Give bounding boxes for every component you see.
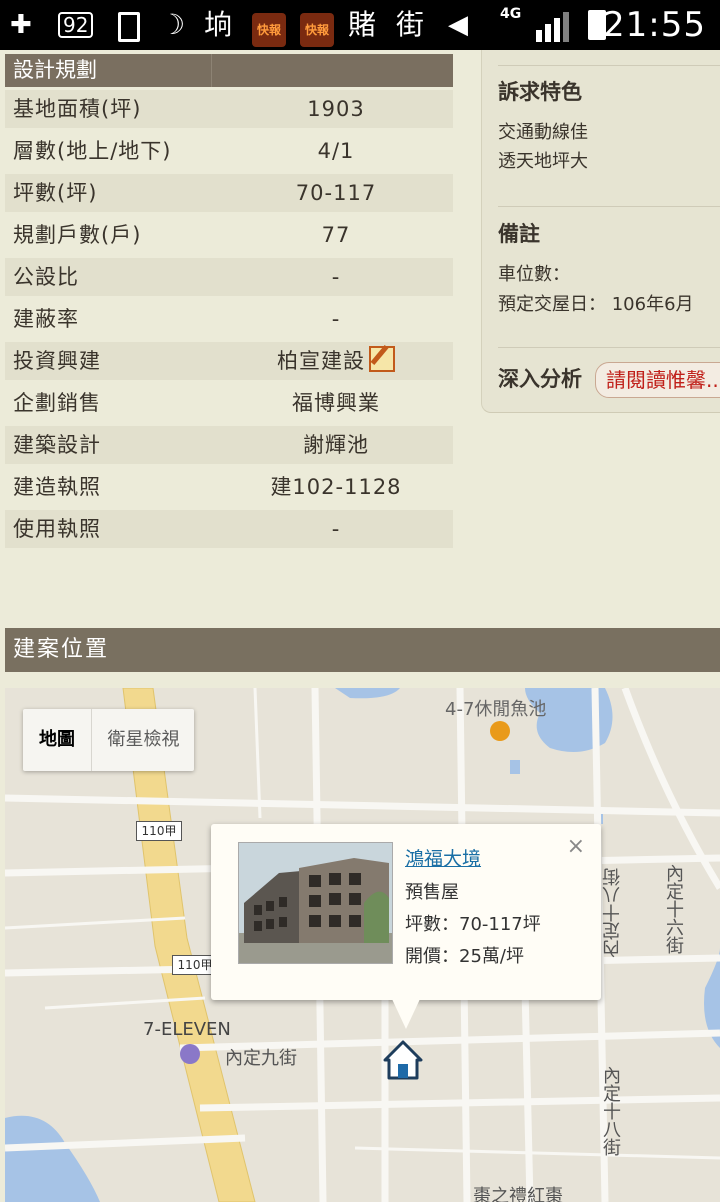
location-title: 建案位置 (13, 637, 110, 662)
spec-label: 建築設計 (13, 433, 101, 457)
app-icon-char-2: 街 (396, 8, 425, 41)
spec-row: 建造執照 建102-1128 (5, 468, 453, 506)
spec-row: 規劃戶數(戶) 77 (5, 216, 453, 254)
map-label-bottom-place: 棗之禮紅棗 (473, 1186, 563, 1202)
map-label-street-16: 內定十六街 (663, 864, 684, 954)
map-label-street-18-upper: 內定十八街 (602, 868, 623, 958)
feature-item: 透天地坪大 (498, 151, 588, 172)
spec-row: 公設比 - (5, 258, 453, 296)
spec-row: 建蔽率 - (5, 300, 453, 338)
spec-row: 使用執照 - (5, 510, 453, 548)
divider (498, 347, 720, 348)
divider (498, 206, 720, 207)
spec-row: 建築設計 謝輝池 (5, 426, 453, 464)
read-disclaimer-button[interactable]: 請閱讀惟馨... (595, 362, 720, 398)
map-label-pond: 4-7休閒魚池 (445, 699, 547, 720)
notification-count-badge: 92 (58, 12, 94, 38)
restaurant-icon[interactable] (490, 721, 510, 741)
project-status: 預售屋 (405, 882, 459, 903)
spec-label: 基地面積(坪) (13, 97, 142, 121)
spec-value: 建102-1128 (270, 475, 402, 499)
spec-value-with-link: 柏宣建設 (211, 342, 461, 380)
building-photo (238, 842, 393, 964)
building-illustration (239, 843, 392, 963)
spec-value: - (331, 307, 341, 331)
analysis-title: 深入分析 (498, 367, 582, 391)
feature-item: 交通動線佳 (498, 122, 588, 143)
map-label-street-18: 內定十八街 (600, 1066, 621, 1156)
map-type-satellite-button[interactable]: 衛星檢視 (91, 709, 195, 771)
spec-label: 坪數(坪) (13, 181, 98, 205)
developer-name: 柏宣建設 (277, 349, 365, 373)
features-title: 訴求特色 (498, 80, 582, 104)
notes-title: 備註 (498, 222, 540, 246)
app-icon-char-1: 賭 (348, 8, 377, 41)
map-label-7eleven: 7-ELEVEN (143, 1019, 231, 1040)
news-app-icon: 快報 (252, 13, 286, 47)
spec-label: 層數(地上/地下) (13, 139, 172, 163)
spec-label: 規劃戶數(戶) (13, 223, 142, 247)
moon-icon: ☽ (160, 8, 186, 41)
map-label-street-9: 內定九街 (225, 1048, 297, 1069)
info-window-pointer (392, 999, 420, 1029)
spec-row: 坪數(坪) 70-117 (5, 174, 453, 212)
map-view[interactable]: 地圖 衛星檢視 4-7休閒魚池 110甲 110甲 7-ELEVEN 內定九街 … (5, 688, 720, 1202)
add-icon: ✚ (10, 10, 32, 40)
sim-icon (118, 12, 140, 42)
status-bar: ✚ 92 ☽ 垧 快報 快報 賭 街 ◀︎ 4G 21:55 (0, 0, 720, 50)
project-notes-panel: 訴求特色 交通動線佳 透天地坪大 備註 車位數： 預定交屋日： 106年6月 深… (481, 50, 720, 413)
spec-label: 建蔽率 (13, 307, 79, 331)
spec-label: 企劃銷售 (13, 391, 101, 415)
divider (498, 65, 720, 66)
map-type-map-button[interactable]: 地圖 (23, 709, 91, 771)
note-item: 車位數： (498, 264, 570, 285)
close-icon[interactable]: × (567, 834, 585, 859)
spec-label: 公設比 (13, 265, 79, 289)
news-app-icon-2: 快報 (300, 13, 334, 47)
spec-value: 4/1 (317, 139, 355, 163)
map-type-control: 地圖 衛星檢視 (23, 709, 194, 771)
clock: 21:55 (603, 5, 706, 45)
spec-label: 建造執照 (13, 475, 101, 499)
spec-row: 層數(地上/地下) 4/1 (5, 132, 453, 170)
signal-bar (545, 24, 551, 42)
house-pin-icon (383, 1040, 423, 1080)
signal-bar (554, 18, 560, 42)
spec-row: 投資興建 柏宣建設 (5, 342, 453, 380)
road-shield-110a: 110甲 (136, 821, 182, 841)
signal-bar (536, 30, 542, 42)
spec-label: 投資興建 (13, 349, 101, 373)
edit-note-icon[interactable] (369, 346, 395, 372)
project-size: 坪數：70-117坪 (405, 914, 541, 935)
spec-row: 基地面積(坪) 1903 (5, 90, 453, 128)
spec-value: 謝輝池 (303, 433, 369, 457)
app-icon: 垧 (204, 8, 233, 41)
spec-value: 77 (321, 223, 351, 247)
spec-value: 1903 (307, 97, 365, 121)
spec-table-header: 設計規劃 (5, 54, 453, 87)
spec-value: - (331, 517, 341, 541)
spec-row: 企劃銷售 福博興業 (5, 384, 453, 422)
map-info-window: 鴻福大境 預售屋 坪數：70-117坪 開價：25萬/坪 × (211, 824, 601, 1029)
signal-bar (563, 12, 569, 42)
spec-label: 使用執照 (13, 517, 101, 541)
spec-value: - (331, 265, 341, 289)
network-type: 4G (500, 6, 522, 22)
project-name-link[interactable]: 鴻福大境 (405, 844, 481, 871)
project-price: 開價：25萬/坪 (405, 946, 524, 967)
spec-value: 福博興業 (292, 391, 380, 415)
location-section-header: 建案位置 (5, 628, 720, 672)
header-divider (211, 54, 212, 87)
mute-icon: ◀︎ (448, 10, 468, 40)
note-item: 預定交屋日： 106年6月 (498, 294, 694, 315)
spec-value: 70-117 (295, 181, 377, 205)
shop-icon[interactable] (180, 1044, 200, 1064)
spec-table-title: 設計規劃 (13, 58, 97, 82)
